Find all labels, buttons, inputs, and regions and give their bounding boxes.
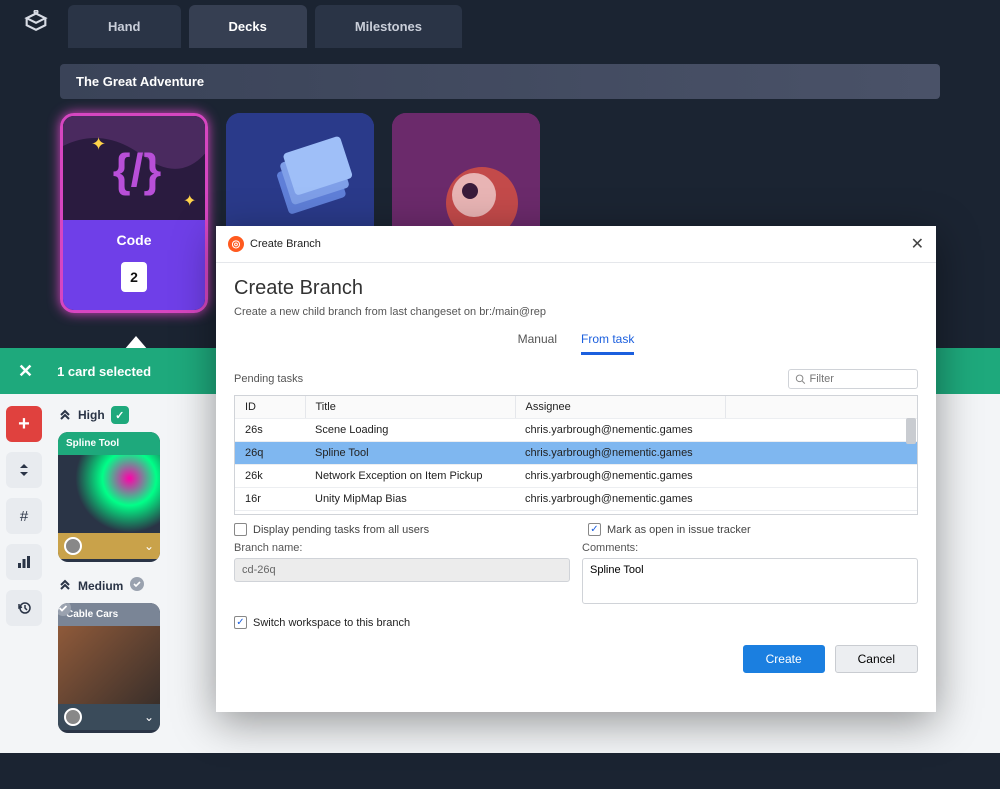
dialog-body: Create Branch Create a new child branch … xyxy=(216,263,936,712)
table-row[interactable]: 26s Scene Loading chris.yarbrough@nement… xyxy=(235,419,917,442)
task-card-spline-footer: ⌄ xyxy=(58,533,160,559)
col-id[interactable]: ID xyxy=(235,396,305,419)
table-header-row: ID Title Assignee xyxy=(235,396,917,419)
sidebar: + # xyxy=(0,394,48,753)
opt-mark-open[interactable]: ✓ Mark as open in issue tracker xyxy=(588,523,918,536)
card-code-art: {/} ✦ ✦ xyxy=(63,116,205,220)
dialog-tabs: Manual From task xyxy=(234,332,918,355)
svg-text:{/}: {/} xyxy=(113,144,162,196)
table-row[interactable]: 16r Unity MipMap Bias chris.yarbrough@ne… xyxy=(235,488,917,511)
checkbox-icon[interactable]: ✓ xyxy=(588,523,601,536)
svg-text:✦: ✦ xyxy=(91,134,106,154)
card-code[interactable]: {/} ✦ ✦ Code 2 xyxy=(60,113,208,313)
priority-medium-label: Medium xyxy=(78,579,123,593)
scrollbar-thumb[interactable] xyxy=(906,418,916,444)
check-badge-icon: ✓ xyxy=(111,406,129,424)
checkbox-icon[interactable] xyxy=(234,523,247,536)
check-circle-icon xyxy=(129,576,145,595)
topbar: Hand Decks Milestones xyxy=(0,0,1000,48)
opt-all-users[interactable]: Display pending tasks from all users xyxy=(234,523,564,536)
tasks-table: ID Title Assignee 26s Scene Loading chri… xyxy=(235,396,917,515)
fields-row: Branch name: Comments: xyxy=(234,542,918,604)
chevrons-icon xyxy=(58,407,72,424)
task-card-spline-art xyxy=(58,455,160,533)
assignee-avatar-icon xyxy=(64,708,82,726)
chevron-down-icon[interactable]: ⌄ xyxy=(144,539,154,553)
dialog-heading: Create Branch xyxy=(234,277,918,300)
dialog-toolbar: Pending tasks xyxy=(234,369,918,389)
task-card-spline[interactable]: Spline Tool ⌄ xyxy=(58,432,160,562)
footer-bar xyxy=(0,753,1000,789)
col-extra[interactable] xyxy=(725,396,917,419)
table-row[interactable]: 26k Network Exception on Item Pickup chr… xyxy=(235,465,917,488)
comments-field: Comments: xyxy=(582,542,918,604)
selection-count-label: 1 card selected xyxy=(57,364,151,379)
card-code-label: Code xyxy=(63,232,205,248)
sort-button[interactable] xyxy=(6,452,42,488)
history-button[interactable] xyxy=(6,590,42,626)
chevron-down-icon[interactable]: ⌄ xyxy=(144,710,154,724)
stats-button[interactable] xyxy=(6,544,42,580)
tab-hand[interactable]: Hand xyxy=(68,5,181,48)
tab-milestones[interactable]: Milestones xyxy=(315,5,462,48)
table-row[interactable]: 250 Scenes Window Index Exception chris.… xyxy=(235,511,917,516)
svg-text:✦: ✦ xyxy=(183,193,196,210)
task-card-cable-art xyxy=(58,626,160,704)
check-circle-icon xyxy=(58,603,72,622)
create-button[interactable]: Create xyxy=(743,645,825,673)
table-row[interactable]: 26q Spline Tool chris.yarbrough@nementic… xyxy=(235,442,917,465)
dialog-titlebar: ◎ Create Branch ✕ xyxy=(216,226,936,263)
dialog-title: Create Branch xyxy=(250,238,321,250)
pending-tasks-label: Pending tasks xyxy=(234,373,303,385)
tab-manual[interactable]: Manual xyxy=(518,332,557,355)
card-code-body: Code 2 xyxy=(63,220,205,313)
add-button[interactable]: + xyxy=(6,406,42,442)
cancel-button[interactable]: Cancel xyxy=(835,645,918,673)
chevrons-icon xyxy=(58,577,72,594)
tab-from-task[interactable]: From task xyxy=(581,332,634,355)
assignee-avatar-icon xyxy=(64,537,82,555)
tab-decks[interactable]: Decks xyxy=(189,5,307,48)
branch-name-label: Branch name: xyxy=(234,542,570,554)
tasks-table-wrap: ID Title Assignee 26s Scene Loading chri… xyxy=(234,395,918,515)
dialog-subtext: Create a new child branch from last chan… xyxy=(234,306,918,318)
checkbox-icon[interactable]: ✓ xyxy=(234,616,247,629)
clear-selection-icon[interactable]: ✕ xyxy=(18,361,33,382)
task-card-spline-title: Spline Tool xyxy=(58,432,160,455)
task-card-cable-title: Cable Cars xyxy=(58,603,160,626)
comments-label: Comments: xyxy=(582,542,918,554)
search-icon xyxy=(795,373,806,385)
options-row: Display pending tasks from all users ✓ M… xyxy=(234,523,918,536)
card-code-count: 2 xyxy=(121,262,147,292)
deck-title: The Great Adventure xyxy=(60,64,940,99)
plastic-icon: ◎ xyxy=(228,236,244,252)
create-branch-dialog: ◎ Create Branch ✕ Create Branch Create a… xyxy=(216,226,936,712)
filter-box xyxy=(788,369,918,389)
task-card-cable[interactable]: Cable Cars ⌄ xyxy=(58,603,160,733)
branch-name-input[interactable] xyxy=(234,558,570,582)
comments-input[interactable] xyxy=(582,558,918,604)
app-logo xyxy=(12,0,60,48)
priority-high-label: High xyxy=(78,408,105,422)
filter-input[interactable] xyxy=(810,373,912,385)
close-icon[interactable]: ✕ xyxy=(911,234,924,254)
branch-name-field: Branch name: xyxy=(234,542,570,604)
hash-button[interactable]: # xyxy=(6,498,42,534)
dialog-actions: Create Cancel xyxy=(234,645,918,673)
col-title[interactable]: Title xyxy=(305,396,515,419)
col-assignee[interactable]: Assignee xyxy=(515,396,725,419)
task-card-cable-footer: ⌄ xyxy=(58,704,160,730)
switch-workspace-row[interactable]: ✓ Switch workspace to this branch xyxy=(234,616,918,629)
